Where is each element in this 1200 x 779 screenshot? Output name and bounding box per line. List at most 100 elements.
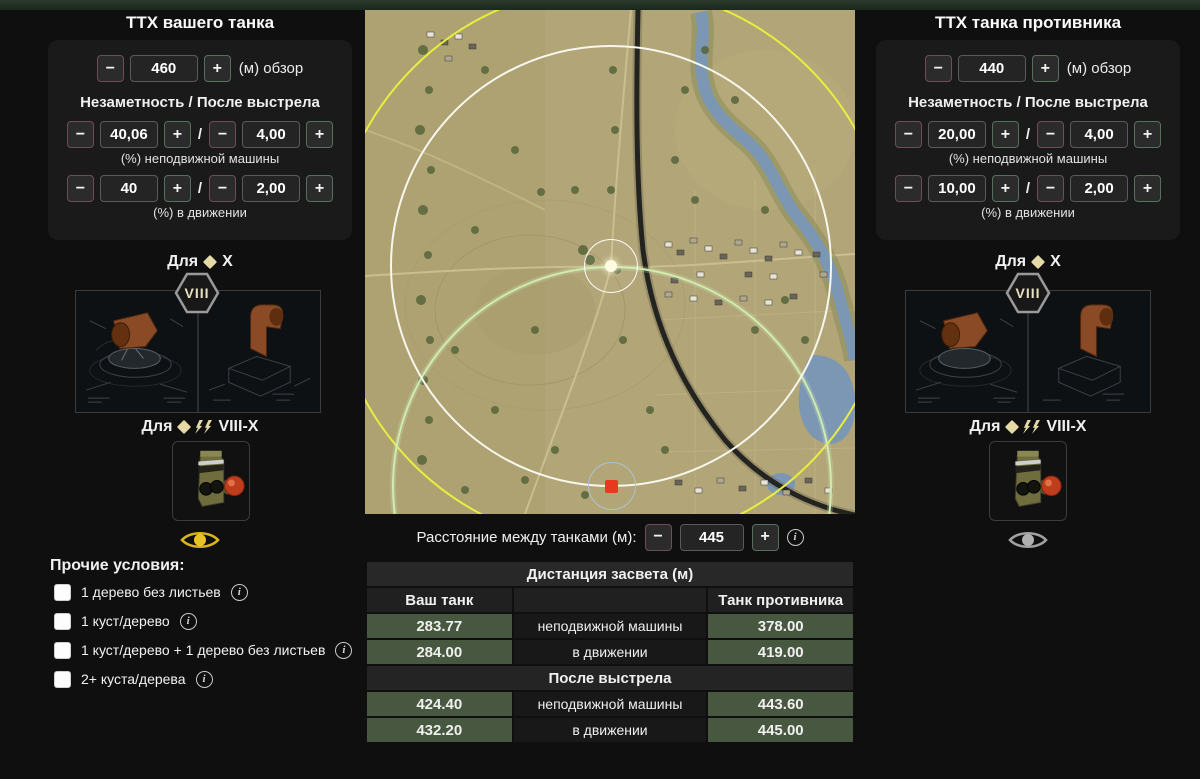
distance-plus-button[interactable]: +	[751, 523, 779, 551]
table-title: Дистанция засвета (м)	[367, 562, 853, 586]
your-tank-stats-panel: − 460 + (м) обзор Незаметность / После в…	[48, 40, 352, 240]
enemy-camo-heading: Незаметность / После выстрела	[908, 94, 1148, 111]
your-directive-thumbnail[interactable]	[172, 441, 250, 521]
enemy-directive-tier-line: Для VIII-X	[868, 418, 1188, 436]
tier-range-label: VIII-X	[1046, 418, 1087, 435]
enemy-view-range-input[interactable]: 440	[957, 55, 1026, 82]
for-label: Для	[141, 418, 173, 435]
distance-control-row: Расстояние между танками (м): − 445 + i	[365, 522, 855, 552]
table-row: 283.77 неподвижной машины 378.00	[367, 614, 853, 638]
enemy-stationary-camo-minus-button[interactable]: −	[894, 121, 922, 148]
enemy-moving-caption: (%) в движении	[981, 205, 1075, 220]
row-label: в движении	[513, 640, 707, 664]
your-view-range-input[interactable]: 460	[129, 55, 198, 82]
your-equip-tier-x-line: Для X	[40, 253, 360, 271]
condition-row: 2+ куста/дерева i	[54, 669, 213, 689]
info-icon[interactable]: i	[335, 641, 353, 659]
enemy-stationary-spot-value: 378.00	[708, 614, 853, 638]
directive-item-icon	[197, 450, 245, 507]
condition-label: 2+ куста/дерева	[81, 671, 186, 687]
your-view-range-minus-button[interactable]: −	[96, 55, 124, 82]
enemy-tank-column-header: Танк противника	[708, 588, 853, 612]
tier-range-label: VIII-X	[218, 418, 259, 435]
after-shot-section-header: После выстрела	[367, 666, 853, 690]
your-stationary-camo-input[interactable]: 40,06	[99, 121, 158, 148]
for-label: Для	[995, 253, 1027, 270]
enemy-stationary-camo-plus-button[interactable]: +	[991, 121, 1019, 148]
condition-checkbox-bush-plus-tree[interactable]	[54, 641, 71, 659]
enemy-tank-title: ТТХ танка противника	[934, 13, 1122, 32]
your-spotting-eye-toggle[interactable]	[178, 528, 222, 557]
enemy-stationary-camo-input[interactable]: 20,00	[927, 121, 986, 148]
for-label: Для	[969, 418, 1001, 435]
your-moving-spot-value: 284.00	[367, 640, 512, 664]
your-stationary-aftershot-input[interactable]: 4,00	[242, 121, 301, 148]
enemy-tank-marker[interactable]	[605, 480, 618, 493]
row-label: в движении	[513, 718, 707, 742]
enemy-stationary-caption: (%) неподвижной машины	[948, 151, 1108, 166]
your-moving-camo-minus-button[interactable]: −	[66, 175, 94, 202]
enemy-directive-thumbnail[interactable]	[989, 441, 1067, 521]
slash-separator: /	[1025, 180, 1031, 197]
enemy-moving-aftershot-minus-button[interactable]: −	[1037, 175, 1065, 202]
slash-separator: /	[197, 126, 203, 143]
enemy-moving-camo-plus-button[interactable]: +	[991, 175, 1019, 202]
diamond-icon	[203, 254, 218, 270]
your-stationary-camo-plus-button[interactable]: +	[163, 121, 191, 148]
table-row: 432.20 в движении 445.00	[367, 718, 853, 742]
your-moving-aftershot-minus-button[interactable]: −	[209, 175, 237, 202]
eye-inactive-icon	[1008, 531, 1048, 549]
slash-separator: /	[197, 180, 203, 197]
enemy-stationary-aftershot-input[interactable]: 4,00	[1070, 121, 1129, 148]
your-view-range-plus-button[interactable]: +	[203, 55, 231, 82]
info-icon[interactable]: i	[179, 612, 197, 630]
slash-separator: /	[1025, 126, 1031, 143]
enemy-view-range-plus-button[interactable]: +	[1031, 55, 1059, 82]
empty-column-header	[513, 588, 707, 612]
tier-badge-text: VIII	[1015, 285, 1041, 301]
condition-checkbox-tree-no-leaves[interactable]	[54, 583, 71, 601]
condition-row: 1 дерево без листьев i	[54, 582, 248, 602]
condition-checkbox-bush-tree[interactable]	[54, 612, 71, 630]
your-moving-camo-input[interactable]: 40	[99, 175, 158, 202]
eye-active-icon	[180, 531, 220, 549]
info-icon[interactable]: i	[230, 583, 248, 601]
directive-item-icon	[1014, 450, 1062, 507]
your-moving-aftershot-plus-button[interactable]: +	[306, 175, 334, 202]
condition-label: 1 куст/дерево + 1 дерево без листьев	[81, 642, 326, 658]
info-icon[interactable]: i	[786, 528, 804, 546]
tier-label: X	[222, 253, 233, 270]
your-stationary-aftershot-minus-button[interactable]: −	[209, 121, 237, 148]
enemy-stationary-aftershot-minus-button[interactable]: −	[1037, 121, 1065, 148]
your-aftershot-stationary-value: 424.40	[367, 692, 512, 716]
enemy-moving-aftershot-input[interactable]: 2,00	[1070, 175, 1129, 202]
your-aftershot-moving-value: 432.20	[367, 718, 512, 742]
your-stationary-caption: (%) неподвижной машины	[120, 151, 280, 166]
your-stationary-aftershot-plus-button[interactable]: +	[306, 121, 334, 148]
enemy-moving-camo-input[interactable]: 10,00	[927, 175, 986, 202]
enemy-tank-stats-panel: − 440 + (м) обзор Незаметность / После в…	[876, 40, 1180, 240]
tier-label: X	[1050, 253, 1061, 270]
your-tank-column-header: Ваш танк	[367, 588, 512, 612]
enemy-moving-camo-minus-button[interactable]: −	[894, 175, 922, 202]
enemy-aftershot-moving-value: 445.00	[708, 718, 853, 742]
enemy-stationary-aftershot-plus-button[interactable]: +	[1134, 121, 1162, 148]
distance-input[interactable]: 445	[679, 523, 744, 551]
info-icon[interactable]: i	[195, 670, 213, 688]
enemy-moving-aftershot-plus-button[interactable]: +	[1134, 175, 1162, 202]
enemy-view-range-minus-button[interactable]: −	[924, 55, 952, 82]
your-stationary-spot-value: 283.77	[367, 614, 512, 638]
directive-bolts-icon	[1023, 420, 1040, 434]
table-row: 424.40 неподвижной машины 443.60	[367, 692, 853, 716]
your-moving-aftershot-input[interactable]: 2,00	[242, 175, 301, 202]
enemy-aftershot-stationary-value: 443.60	[708, 692, 853, 716]
your-tier-badge: VIII	[174, 272, 220, 314]
condition-checkbox-two-bushes[interactable]	[54, 670, 71, 688]
your-moving-camo-plus-button[interactable]: +	[163, 175, 191, 202]
enemy-spotting-eye-toggle[interactable]	[1006, 528, 1050, 557]
your-directive-tier-line: Для VIII-X	[40, 418, 360, 436]
your-tank-marker[interactable]	[605, 260, 617, 272]
table-row: 284.00 в движении 419.00	[367, 640, 853, 664]
your-stationary-camo-minus-button[interactable]: −	[66, 121, 94, 148]
distance-minus-button[interactable]: −	[644, 523, 672, 551]
